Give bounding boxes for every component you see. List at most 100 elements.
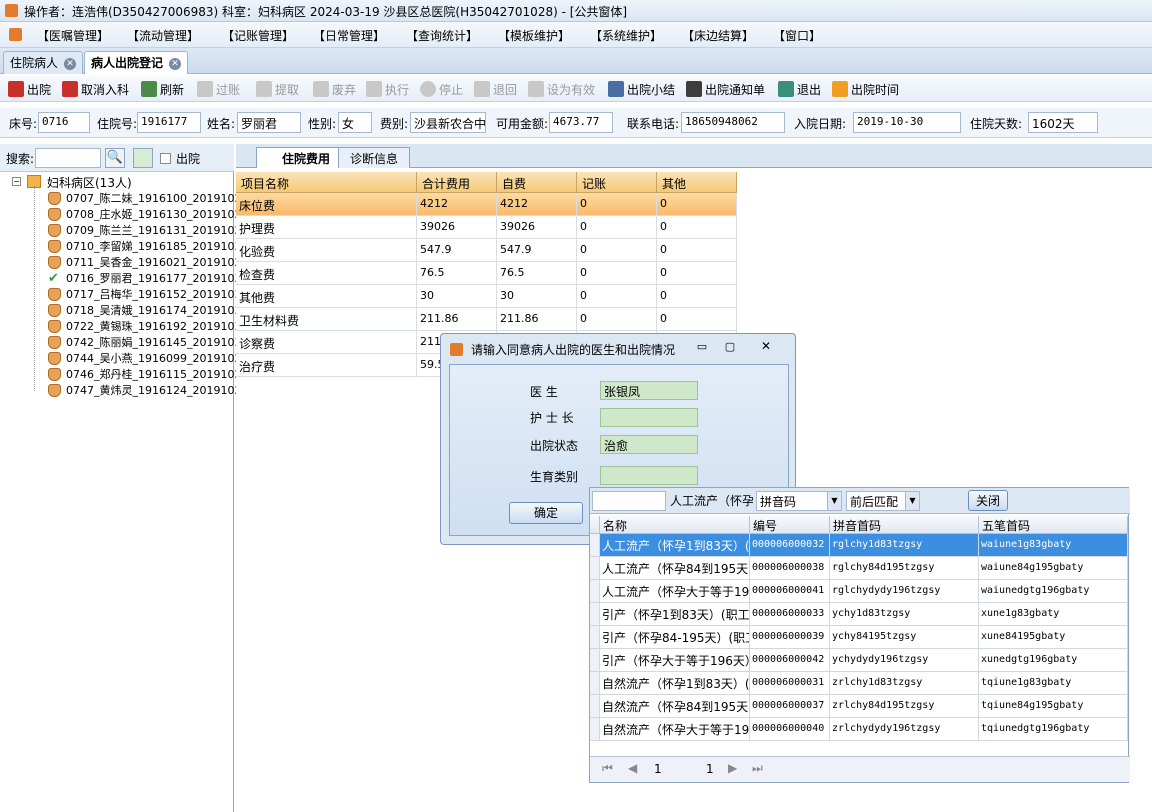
discharge-button[interactable]: 出院	[8, 80, 51, 98]
pinyin-code[interactable]: ychy84195tzgsy	[830, 626, 979, 649]
collapse-icon[interactable]: −	[12, 177, 21, 186]
fee-cell[interactable]: 547.9	[497, 239, 577, 262]
pinyin-code[interactable]: zrlchy84d195tzgsy	[830, 695, 979, 718]
wubi-code[interactable]: xune1g83gbaty	[979, 603, 1128, 626]
tree-patient-item[interactable]: 0742_陈丽娟_1916145_20191030	[48, 334, 248, 350]
set-valid-button[interactable]: 设为有效	[528, 80, 595, 98]
doctor-field[interactable]: 张银凤	[600, 381, 698, 400]
fee-item-name[interactable]: 护理费	[236, 216, 417, 239]
pinyin-code[interactable]: rglchydydy196tzgsy	[830, 580, 979, 603]
menu-daily[interactable]: 【日常管理】	[313, 27, 385, 44]
procedure-code[interactable]: 000006000038	[750, 557, 830, 580]
pinyin-code[interactable]: zrlchy1d83tzgsy	[830, 672, 979, 695]
procedure-name[interactable]: 人工流产（怀孕84到195天）(	[600, 557, 750, 580]
bed-field[interactable]: 0716	[38, 112, 90, 133]
fee-cell[interactable]: 0	[657, 239, 737, 262]
column-header[interactable]: 名称	[600, 516, 750, 534]
tab-discharge-registration[interactable]: 病人出院登记 ✕	[84, 51, 189, 74]
tree-patient-item[interactable]: 0709_陈兰兰_1916131_20191029	[48, 222, 248, 238]
wubi-code[interactable]: tqiunedgtg196gbaty	[979, 718, 1128, 741]
fee-cell[interactable]: 0	[657, 262, 737, 285]
wubi-code[interactable]: waiunedgtg196gbaty	[979, 580, 1128, 603]
fee-item-name[interactable]: 化验费	[236, 239, 417, 262]
next-page-icon[interactable]: ▶	[728, 761, 737, 775]
tree-patient-item[interactable]: 0722_黄锡珠_1916192_20191031	[48, 318, 248, 334]
return-button[interactable]: 退回	[474, 80, 517, 98]
refresh-button[interactable]: 刷新	[141, 80, 184, 98]
discharge-summary-button[interactable]: 出院小结	[608, 80, 675, 98]
tree-root-ward[interactable]: 妇科病区(13人)	[47, 174, 132, 191]
fee-cell[interactable]: 0	[577, 216, 657, 239]
fee-item-name[interactable]: 诊察费	[236, 331, 417, 354]
procedure-code[interactable]: 000006000040	[750, 718, 830, 741]
procedure-name[interactable]: 自然流产（怀孕1到83天）(职	[600, 672, 750, 695]
row-selector[interactable]	[590, 626, 600, 649]
maximize-icon[interactable]: ▢	[721, 340, 739, 354]
nurse-field[interactable]	[600, 408, 698, 427]
phone-field[interactable]: 18650948062	[681, 112, 785, 133]
inpatient-no-field[interactable]: 1916177	[137, 112, 201, 133]
wubi-code[interactable]: xune84195gbaty	[979, 626, 1128, 649]
menu-window[interactable]: 【窗口】	[773, 27, 821, 44]
row-selector[interactable]	[590, 603, 600, 626]
fee-cell[interactable]: 39026	[497, 216, 577, 239]
extract-button[interactable]: 提取	[256, 80, 299, 98]
tree-patient-item[interactable]: 0707_陈二妹_1916100_20191029	[48, 190, 248, 206]
menu-system[interactable]: 【系统维护】	[590, 27, 662, 44]
search-input[interactable]	[35, 148, 101, 168]
column-header[interactable]: 项目名称	[236, 172, 417, 193]
search-icon[interactable]: 🔍	[105, 148, 125, 168]
page-number[interactable]: 1	[654, 762, 662, 776]
fee-type-field[interactable]: 沙县新农合中	[410, 112, 486, 133]
close-icon[interactable]: ✕	[169, 57, 182, 70]
row-selector[interactable]	[590, 649, 600, 672]
menu-bedside-settlement[interactable]: 【床边结算】	[682, 27, 754, 44]
menu-accounting[interactable]: 【记账管理】	[222, 27, 294, 44]
fee-cell[interactable]: 0	[577, 239, 657, 262]
pinyin-code[interactable]: rglchy1d83tzgsy	[830, 534, 979, 557]
procedure-name[interactable]: 人工流产（怀孕大于等于196	[600, 580, 750, 603]
pinyin-code[interactable]: zrlchydydy196tzgsy	[830, 718, 979, 741]
procedure-code[interactable]: 000006000039	[750, 626, 830, 649]
tree-patient-item[interactable]: 0711_吴香金_1916021_20191028	[48, 254, 248, 270]
execute-button[interactable]: 执行	[366, 80, 409, 98]
discharge-time-button[interactable]: 出院时间	[832, 80, 899, 98]
procedure-code[interactable]: 000006000031	[750, 672, 830, 695]
row-selector[interactable]	[590, 580, 600, 603]
post-button[interactable]: 过账	[197, 80, 240, 98]
pinyin-code[interactable]: ychydydy196tzgsy	[830, 649, 979, 672]
status-field[interactable]: 治愈	[600, 435, 698, 454]
days-field[interactable]: 1602天	[1028, 112, 1098, 133]
procedure-name[interactable]: 自然流产（怀孕84到195天）(	[600, 695, 750, 718]
fee-item-name[interactable]: 检查费	[236, 262, 417, 285]
fee-cell[interactable]: 30	[417, 285, 497, 308]
row-selector[interactable]	[590, 534, 600, 557]
admit-date-field[interactable]: 2019-10-30	[853, 112, 961, 133]
menu-template[interactable]: 【模板维护】	[498, 27, 570, 44]
fee-item-name[interactable]: 其他费	[236, 285, 417, 308]
wubi-code[interactable]: waiune1g83gbaty	[979, 534, 1128, 557]
menu-flow-management[interactable]: 【流动管理】	[127, 27, 199, 44]
procedure-name[interactable]: 引产（怀孕84-195天）(职工生	[600, 626, 750, 649]
lookup-search-input[interactable]	[592, 491, 666, 511]
fee-cell[interactable]: 39026	[417, 216, 497, 239]
sex-field[interactable]: 女	[338, 112, 372, 133]
column-header[interactable]: 编号	[750, 516, 830, 534]
procedure-name[interactable]: 引产（怀孕1到83天）(职工生	[600, 603, 750, 626]
procedure-code[interactable]: 000006000041	[750, 580, 830, 603]
fee-cell[interactable]: 0	[657, 216, 737, 239]
chevron-down-icon[interactable]: ▼	[827, 492, 841, 510]
column-header[interactable]: 自费	[497, 172, 577, 193]
discharged-checkbox[interactable]	[160, 153, 171, 164]
column-header[interactable]: 合计费用	[417, 172, 497, 193]
discharge-notice-button[interactable]: 出院通知单	[686, 80, 765, 98]
name-field[interactable]: 罗丽君	[237, 112, 301, 133]
column-header[interactable]: 五笔首码	[979, 516, 1128, 534]
chevron-down-icon[interactable]: ▼	[905, 492, 919, 510]
procedure-code[interactable]: 000006000042	[750, 649, 830, 672]
fee-cell[interactable]: 211.86	[417, 308, 497, 331]
pinyin-code[interactable]: ychy1d83tzgsy	[830, 603, 979, 626]
tab-diagnosis[interactable]: 诊断信息	[338, 147, 410, 168]
tree-patient-item[interactable]: 0717_吕梅华_1916152_20191030	[48, 286, 248, 302]
ok-button[interactable]: 确定	[509, 502, 583, 524]
